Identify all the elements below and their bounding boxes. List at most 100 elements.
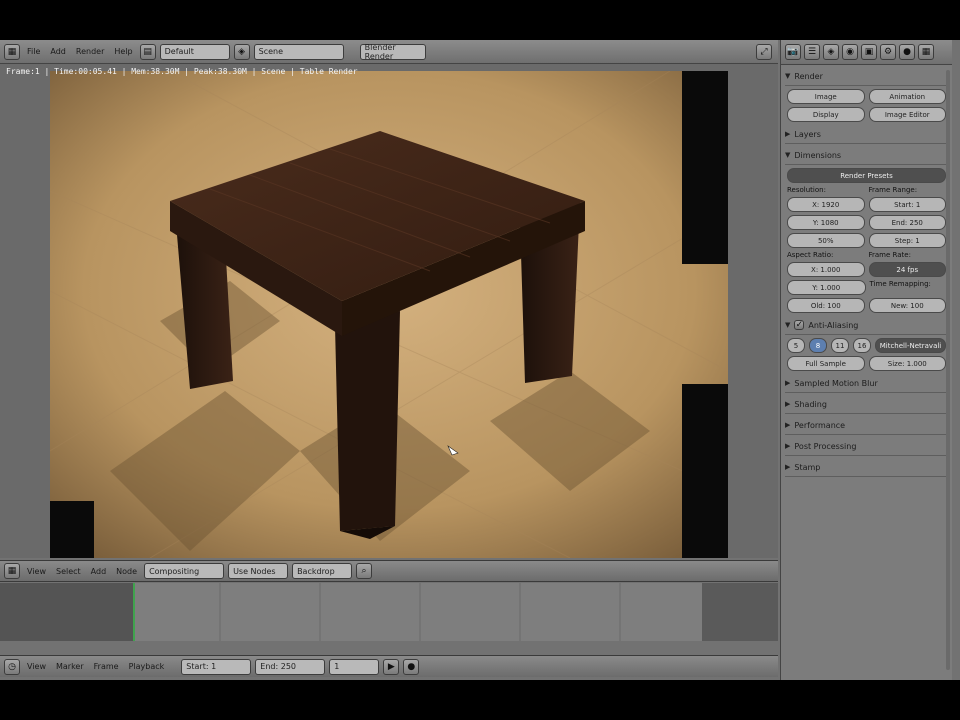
use-nodes-toggle[interactable]: Use Nodes (228, 563, 289, 579)
aspect-ratio-label: Aspect Ratio: (787, 251, 834, 259)
timeline-strip[interactable] (0, 583, 778, 641)
timeline-menu-view[interactable]: View (24, 662, 49, 671)
time-remapping-label: Time Remapping: (869, 280, 931, 288)
editor-type-icon[interactable]: ▦ (4, 43, 20, 60)
collapse-triangle-icon: ▶ (785, 400, 791, 408)
timeline-menu-playback[interactable]: Playback (126, 662, 168, 671)
display-dropdown[interactable]: Image Editor (868, 107, 946, 122)
frame-rate-dropdown[interactable]: 24 fps (868, 262, 946, 277)
properties-tabs: 📷 ☰ ◈ ◉ ▣ ⚙ ● ▦ (781, 40, 952, 65)
tab-object-icon[interactable]: ▣ (861, 44, 877, 60)
layers-section-label: Layers (794, 129, 821, 139)
dimensions-section-label: Dimensions (794, 150, 842, 160)
performance-label: Performance (794, 420, 846, 430)
scene-field[interactable]: Scene (253, 43, 344, 60)
render-image-button[interactable]: Image (787, 89, 865, 104)
expand-triangle-icon: ▼ (785, 72, 791, 80)
motion-blur-label: Sampled Motion Blur (794, 378, 878, 388)
aa-samples-5[interactable]: 5 (787, 338, 805, 353)
node-editor-type-icon[interactable]: ▦ (4, 563, 20, 579)
node-menu-add[interactable]: Add (88, 567, 110, 576)
render-section-label: Render (794, 71, 823, 81)
render-section-header[interactable]: ▼ Render (785, 67, 948, 86)
post-processing-section-header[interactable]: ▶ Post Processing (785, 437, 948, 456)
timeline-type-icon[interactable]: ◷ (4, 658, 20, 675)
post-processing-label: Post Processing (794, 441, 857, 451)
frame-start-field[interactable]: Start: 1 (868, 197, 946, 212)
resolution-y-field[interactable]: Y: 1080 (787, 215, 865, 230)
aspect-x-field[interactable]: X: 1.000 (787, 262, 865, 277)
menu-render[interactable]: Render (73, 47, 107, 56)
info-header: ▦ File Add Render Help ▤ Default ◈ Scene… (0, 40, 778, 64)
frame-step-field[interactable]: Step: 1 (868, 233, 946, 248)
anti-aliasing-label: Anti-Aliasing (808, 320, 859, 330)
properties-scrollbar[interactable] (946, 70, 950, 670)
dimensions-section-header[interactable]: ▼ Dimensions (785, 146, 948, 165)
collapse-triangle-icon: ▶ (785, 421, 791, 429)
collapse-triangle-icon: ▶ (785, 379, 791, 387)
resolution-label: Resolution: (787, 186, 826, 194)
expand-triangle-icon: ▼ (785, 321, 791, 329)
frame-end-field[interactable]: End: 250 (868, 215, 946, 230)
expand-triangle-icon: ▼ (785, 151, 791, 159)
time-old-field[interactable]: Old: 100 (787, 298, 865, 313)
render-stats-text: Frame:1 | Time:00:05.41 | Mem:38.30M | P… (6, 67, 358, 76)
layers-section-header[interactable]: ▶ Layers (785, 125, 948, 144)
backdrop-toggle[interactable]: Backdrop (292, 563, 353, 579)
render-animation-button[interactable]: Animation (868, 89, 946, 104)
properties-editor: 📷 ☰ ◈ ◉ ▣ ⚙ ● ▦ ▼ Render Image Animation… (780, 40, 952, 680)
aspect-y-field[interactable]: Y: 1.000 (787, 280, 866, 295)
rendered-table-scene (50, 71, 728, 558)
menu-help[interactable]: Help (111, 47, 135, 56)
end-frame-field[interactable]: End: 250 (255, 658, 326, 675)
scene-icon[interactable]: ◈ (233, 43, 250, 60)
anti-aliasing-checkbox[interactable]: ✓ (794, 320, 805, 330)
record-icon[interactable]: ● (403, 658, 420, 675)
current-frame-field[interactable]: 1 (329, 658, 380, 675)
timeline-menu-marker[interactable]: Marker (53, 662, 87, 671)
shading-label: Shading (794, 399, 827, 409)
node-menu-view[interactable]: View (24, 567, 49, 576)
frame-rate-label: Frame Rate: (868, 251, 911, 259)
zoom-icon[interactable]: ⌕ (356, 563, 373, 579)
aa-filter-dropdown[interactable]: Mitchell-Netravali (875, 338, 946, 353)
tab-modifiers-icon[interactable]: ⚙ (880, 44, 896, 60)
anti-aliasing-section-header[interactable]: ▼ ✓ Anti-Aliasing (785, 316, 948, 335)
tab-material-icon[interactable]: ● (899, 44, 915, 60)
tab-world-icon[interactable]: ◉ (842, 44, 858, 60)
aa-samples-11[interactable]: 11 (831, 338, 849, 353)
timeline-header: ◷ View Marker Frame Playback Start: 1 En… (0, 655, 778, 677)
tab-layers-icon[interactable]: ☰ (804, 44, 820, 60)
tab-render-icon[interactable]: 📷 (785, 44, 801, 60)
collapse-triangle-icon: ▶ (785, 442, 791, 450)
menu-file[interactable]: File (24, 47, 43, 56)
full-sample-checkbox[interactable]: Full Sample (787, 356, 865, 371)
layout-icon[interactable]: ▤ (139, 43, 156, 60)
play-icon[interactable]: ▶ (383, 658, 400, 675)
stamp-section-header[interactable]: ▶ Stamp (785, 458, 948, 477)
node-menu-node[interactable]: Node (113, 567, 140, 576)
render-presets-dropdown[interactable]: Render Presets (787, 168, 946, 183)
resolution-percent-field[interactable]: 50% (787, 233, 865, 248)
tab-texture-icon[interactable]: ▦ (918, 44, 934, 60)
aa-samples-16[interactable]: 16 (853, 338, 871, 353)
image-editor-viewport[interactable]: Frame:1 | Time:00:05.41 | Mem:38.30M | P… (0, 64, 778, 558)
shading-section-header[interactable]: ▶ Shading (785, 395, 948, 414)
start-frame-field[interactable]: Start: 1 (181, 658, 252, 675)
filter-size-field[interactable]: Size: 1.000 (868, 356, 946, 371)
time-new-field[interactable]: New: 100 (868, 298, 946, 313)
layout-field[interactable]: Default (159, 43, 230, 60)
timeline-menu-frame[interactable]: Frame (91, 662, 122, 671)
node-menu-select[interactable]: Select (53, 567, 84, 576)
frame-range-label: Frame Range: (868, 186, 918, 194)
render-engine-dropdown[interactable]: Blender Render (359, 43, 426, 61)
menu-add[interactable]: Add (47, 47, 69, 56)
motion-blur-section-header[interactable]: ▶ Sampled Motion Blur (785, 374, 948, 393)
compositing-field[interactable]: Compositing (144, 563, 225, 579)
fullscreen-icon[interactable]: ⤢ (756, 43, 772, 60)
performance-section-header[interactable]: ▶ Performance (785, 416, 948, 435)
resolution-x-field[interactable]: X: 1920 (787, 197, 865, 212)
stamp-label: Stamp (794, 462, 821, 472)
aa-samples-8[interactable]: 8 (809, 338, 827, 353)
tab-scene-icon[interactable]: ◈ (823, 44, 839, 60)
